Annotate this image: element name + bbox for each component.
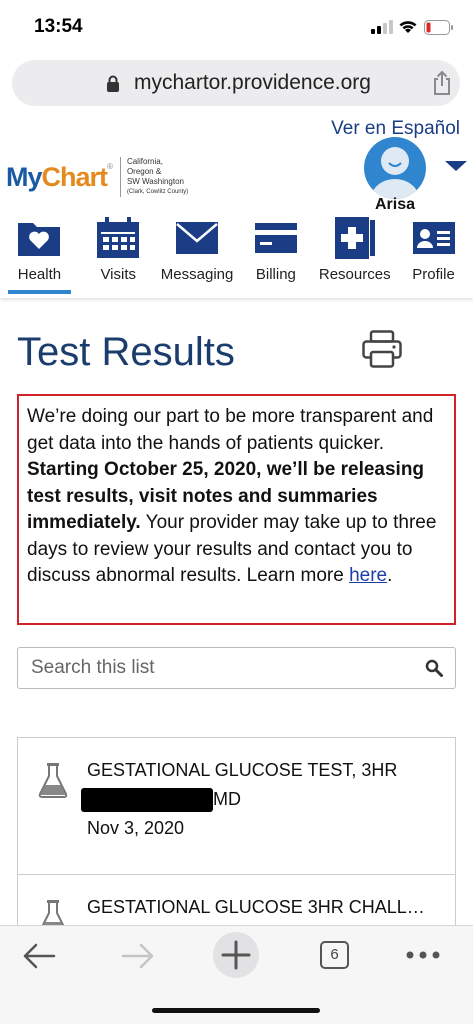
tab-billing[interactable]: Billing (236, 216, 315, 292)
tab-label: Health (17, 266, 62, 283)
status-bar: 13:54 (0, 0, 473, 56)
tab-messaging[interactable]: Messaging (158, 216, 237, 292)
tab-visits[interactable]: Visits (79, 216, 158, 292)
lock-icon (107, 75, 119, 92)
signal-icon (371, 20, 393, 34)
plus-icon (221, 940, 251, 970)
logo-region: California, Oregon & SW Washington (Clar… (119, 157, 189, 197)
result-name: GESTATIONAL GLUCOSE TEST, 3HR (87, 760, 398, 780)
credit-card-icon (254, 223, 297, 253)
logo-region-line: SW Washington (126, 177, 184, 186)
tab-label: Profile (412, 266, 455, 283)
share-icon[interactable] (432, 70, 452, 96)
main-nav: Health Visits Messaging Billing Resource… (0, 216, 473, 294)
result-date: Nov 3, 2020 (87, 818, 185, 838)
wifi-icon (399, 21, 417, 33)
flask-icon (38, 763, 68, 798)
tab-label: Messaging (160, 266, 234, 283)
tab-resources[interactable]: Resources (315, 216, 394, 292)
address-bar[interactable]: mychartor.providence.org (12, 60, 460, 106)
title-row: Test Results (17, 330, 457, 380)
test-result-card[interactable]: GESTATIONAL GLUCOSE TEST, 3HR MD Nov 3, … (17, 737, 456, 875)
tab-label: Billing (255, 266, 296, 283)
learn-more-link[interactable]: here (349, 565, 387, 586)
new-tab-button[interactable] (213, 932, 259, 978)
printer-icon[interactable] (362, 330, 402, 368)
id-card-icon (412, 222, 455, 254)
avatar[interactable] (364, 137, 426, 199)
trademark-mark: ® (107, 162, 113, 171)
more-options-icon[interactable] (406, 950, 440, 960)
tab-profile[interactable]: Profile (394, 216, 473, 292)
notice-end: . (387, 565, 393, 586)
forward-arrow-icon[interactable] (121, 942, 155, 970)
redacted-provider-name (81, 788, 213, 812)
calendar-icon (97, 217, 140, 258)
tab-switcher-button[interactable]: 6 (320, 941, 349, 969)
tab-health[interactable]: Health (0, 216, 79, 294)
logo-region-line: Oregon & (126, 167, 162, 176)
tab-label: Resources (318, 266, 391, 283)
search-icon[interactable] (425, 659, 443, 677)
result-provider: MD (81, 788, 241, 812)
folder-heart-icon (18, 223, 61, 256)
logo-my-text: My (6, 161, 43, 192)
logo-region-line: California, (126, 157, 163, 166)
result-name: GESTATIONAL GLUCOSE 3HR CHALL… (87, 897, 425, 917)
back-arrow-icon[interactable] (22, 942, 56, 970)
user-avatar-icon (371, 147, 419, 199)
home-indicator[interactable] (152, 1008, 320, 1013)
tab-label: Visits (100, 266, 137, 283)
search-input[interactable] (18, 648, 398, 688)
search-box (17, 647, 456, 689)
logo-chart-text: Chart (41, 161, 109, 192)
active-tab-indicator (8, 290, 71, 294)
envelope-icon (176, 222, 219, 254)
chevron-down-icon[interactable] (445, 161, 467, 171)
status-time: 13:54 (34, 16, 83, 37)
mychart-logo[interactable]: My Chart ® California, Oregon & SW Washing… (6, 154, 188, 200)
transparency-notice: We’re doing our part to be more transpar… (17, 394, 456, 625)
first-aid-book-icon (334, 217, 375, 259)
provider-suffix: MD (213, 788, 241, 809)
battery-icon (424, 20, 453, 35)
user-name[interactable]: Arisa (364, 196, 426, 214)
notice-text: We’re doing our part to be more transpar… (27, 406, 434, 454)
logo-region-small: (Clark, Cowlitz County) (126, 189, 189, 195)
url-text: mychartor.providence.org (134, 71, 371, 94)
